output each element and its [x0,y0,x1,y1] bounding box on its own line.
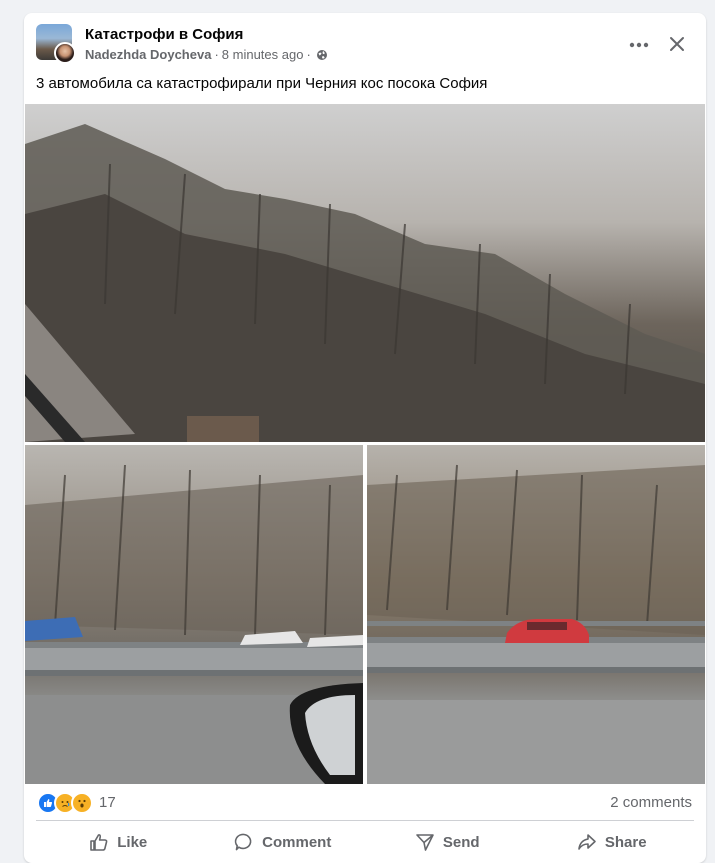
globe-icon[interactable] [316,49,328,61]
post-header: Катастрофи в София Nadezhda Doycheva · 8… [24,13,706,77]
share-icon [578,834,596,850]
close-icon [670,37,684,51]
post-timestamp[interactable]: 8 minutes ago [222,47,304,62]
photo-bottom-left-art [25,464,363,784]
avatar-stack[interactable] [36,24,76,64]
photo-bottom-right[interactable] [367,445,705,784]
more-dots-icon [629,42,649,48]
photo-bottom-right-art [367,464,705,784]
photo-main-art [25,124,705,442]
comment-icon [234,833,252,851]
reaction-icons[interactable] [37,792,93,814]
share-label: Share [604,833,647,851]
author-name-link[interactable]: Nadezhda Doycheva [85,47,211,62]
photo-bottom-left[interactable] [25,445,363,784]
meta-separator: · [306,47,311,62]
meta-separator: · [214,47,219,62]
send-label: Send [442,833,480,851]
comment-button[interactable]: Comment [201,824,366,860]
more-options-button[interactable] [622,33,656,57]
reaction-count[interactable]: 17 [99,794,116,811]
photo-grid [25,104,705,784]
close-button[interactable] [662,29,692,59]
divider [36,820,694,821]
reactions-row: 17 2 comments [24,790,706,814]
like-label: Like [117,833,148,851]
post-meta: Nadezhda Doycheva · 8 minutes ago · [85,47,328,62]
share-button[interactable]: Share [530,824,695,860]
wow-reaction-icon [71,792,93,814]
post-text: 3 автомобила са катастрофирали при Черни… [36,75,488,92]
author-avatar[interactable] [54,42,76,64]
post-actions: Like Comment Send Share [36,824,694,860]
send-button[interactable]: Send [365,824,530,860]
send-icon [416,834,434,851]
photo-main[interactable] [25,104,705,442]
comment-label: Comment [262,833,332,851]
comments-count-link[interactable]: 2 comments [610,794,692,811]
like-button[interactable]: Like [36,824,201,860]
thumbs-up-icon [90,834,108,851]
group-name-link[interactable]: Катастрофи в София [85,26,243,43]
post-card: Катастрофи в София Nadezhda Doycheva · 8… [24,13,706,863]
